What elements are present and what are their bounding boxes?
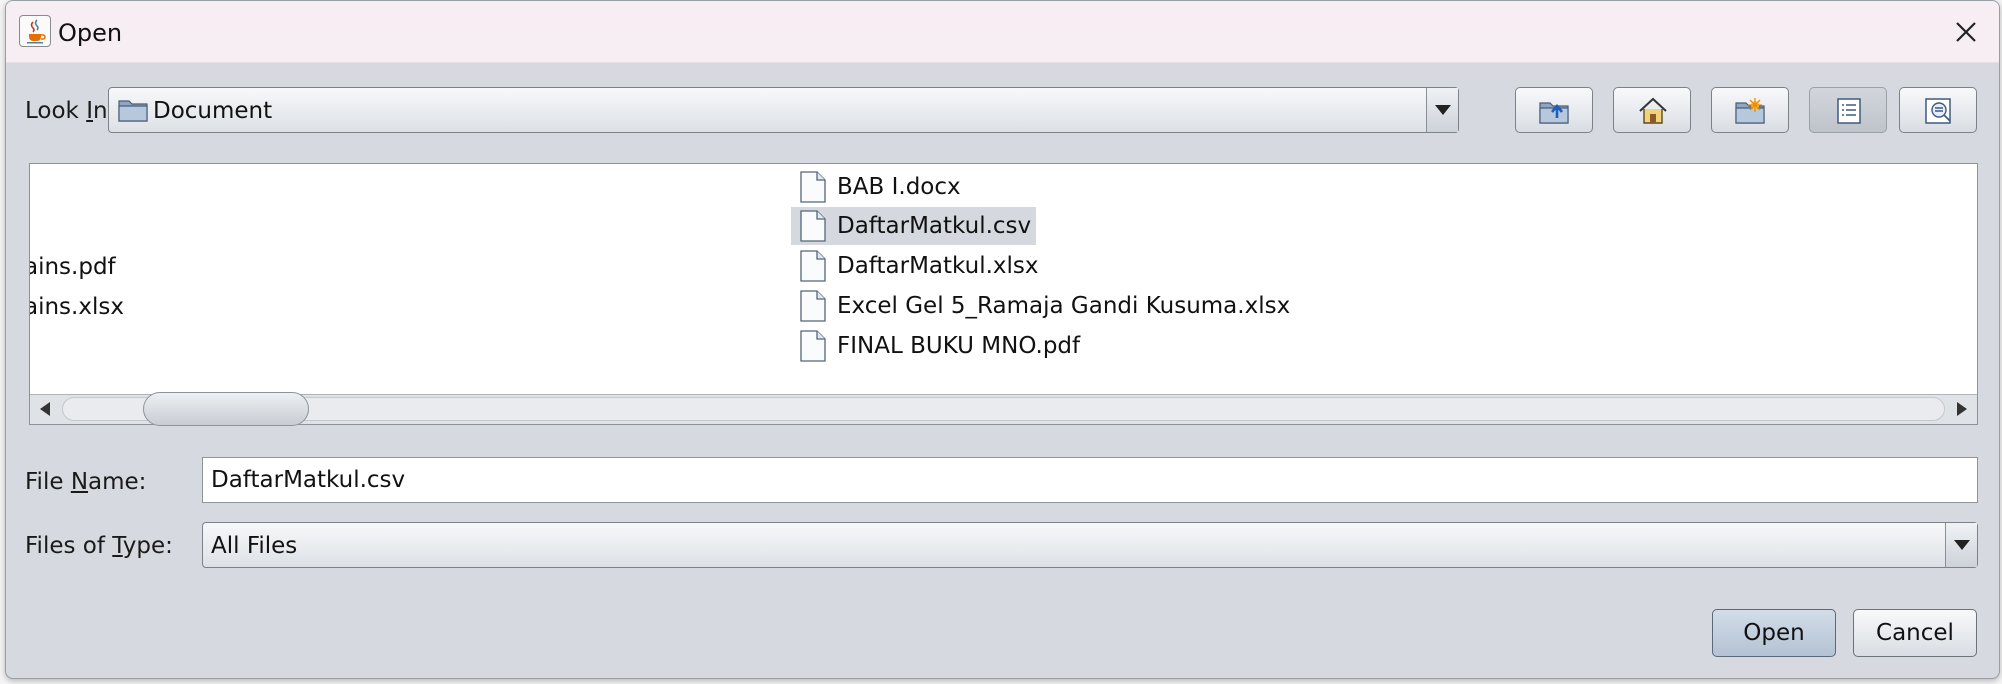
close-button[interactable] [1943,9,1989,55]
chevron-down-icon [1435,105,1451,115]
folder-icon [118,100,148,122]
file-name-label: Excel Gel 5_Ramaja Gandi Kusuma.xlsx [837,293,1291,319]
file-icon [800,330,826,362]
list-view-button[interactable] [1809,87,1887,133]
file-name-label: FINAL BUKU MNO.pdf [837,333,1081,359]
file-list-viewport: ains.pdf ains.xlsx BAB I.docx DaftarMatk… [30,164,1977,394]
scroll-right-button[interactable] [1947,395,1977,423]
chevron-left-icon [40,402,50,416]
list-item[interactable]: Excel Gel 5_Ramaja Gandi Kusuma.xlsx [763,287,1290,325]
files-of-type-combo[interactable]: All Files [202,522,1978,568]
file-list[interactable]: ains.pdf ains.xlsx BAB I.docx DaftarMatk… [29,163,1978,426]
file-name-label: BAB I.docx [837,174,961,200]
look-in-dropdown-button[interactable] [1426,88,1458,132]
look-in-label: Look In: [25,98,116,124]
new-folder-icon [1735,98,1765,124]
file-name-label: DaftarMatkul.xlsx [837,253,1039,279]
open-dialog: Open Look In: Document ains.pdf ains.xls… [5,0,2000,679]
file-name-input[interactable] [203,458,1977,502]
home-button[interactable] [1613,87,1691,133]
file-name-label: DaftarMatkul.csv [837,213,1032,239]
chevron-down-icon [1954,540,1970,550]
look-in-value: Document [153,98,273,124]
file-icon [800,250,826,282]
folder-up-icon [1539,102,1569,124]
file-icon [800,290,826,322]
new-folder-button[interactable] [1711,87,1789,133]
java-coffee-cup-icon [19,15,51,47]
files-of-type-dropdown-button[interactable] [1945,523,1977,567]
list-item-selected[interactable]: DaftarMatkul.csv [763,207,1243,245]
look-in-combo[interactable]: Document [108,87,1459,133]
close-icon [1956,22,1976,42]
chevron-right-icon [1957,402,1967,416]
list-item[interactable]: FINAL BUKU MNO.pdf [763,327,1243,365]
file-name-label: File Name: [25,469,147,495]
cancel-button[interactable]: Cancel [1853,609,1977,657]
home-icon [1639,97,1667,124]
files-of-type-label: Files of Type: [25,533,173,559]
scroll-left-button[interactable] [30,395,60,423]
file-icon [800,171,826,203]
up-one-level-button[interactable] [1515,87,1593,133]
files-of-type-value: All Files [211,533,298,559]
title-bar: Open [6,1,1999,63]
horizontal-scrollbar[interactable] [30,392,1977,426]
list-view-icon [1837,98,1861,124]
list-item-partial[interactable]: ains.xlsx [30,294,124,320]
list-item-partial[interactable]: ains.pdf [30,254,116,280]
file-name-field[interactable] [202,457,1978,503]
scroll-thumb[interactable] [143,392,309,426]
scroll-track[interactable] [62,392,1945,426]
details-view-button[interactable] [1899,87,1977,133]
list-item[interactable]: DaftarMatkul.xlsx [763,247,1243,285]
list-item[interactable]: BAB I.docx [763,168,1243,206]
details-view-icon [1925,98,1951,124]
window-title: Open [58,19,123,47]
file-icon [800,210,826,242]
open-button[interactable]: Open [1712,609,1836,657]
